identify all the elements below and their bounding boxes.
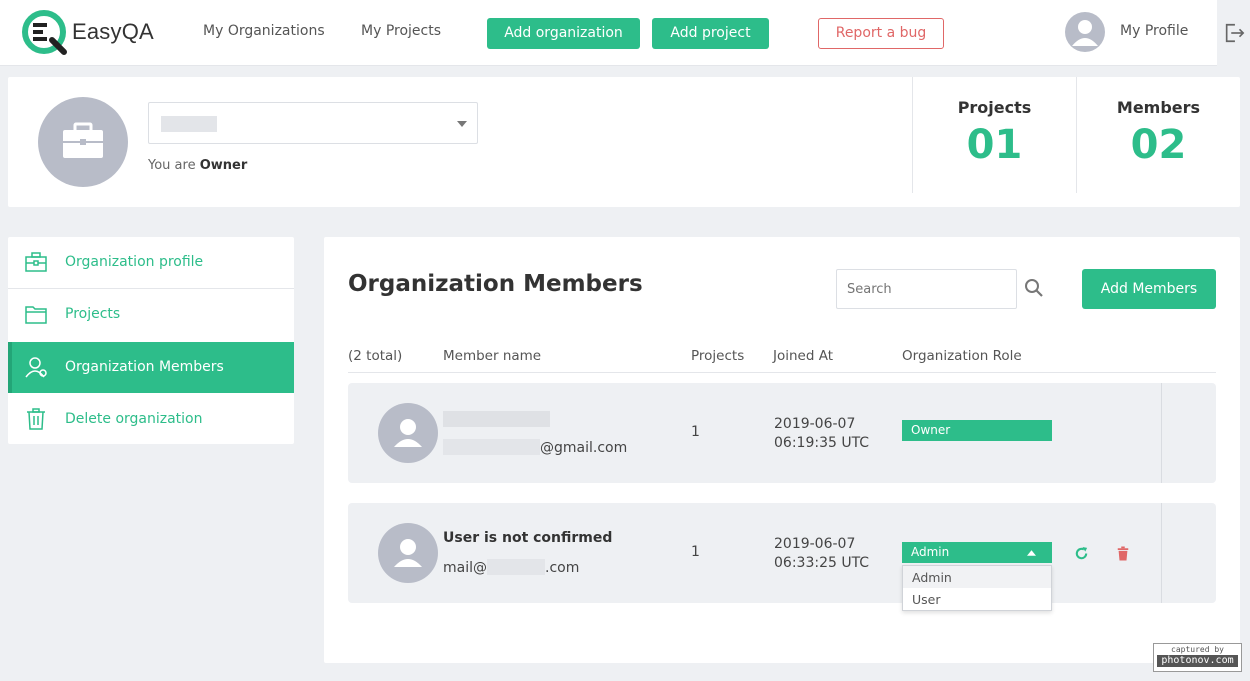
redacted-org-name [161, 116, 217, 132]
top-header: EasyQA My Organizations My Projects Add … [0, 0, 1250, 66]
member-avatar [378, 403, 438, 463]
add-organization-button[interactable]: Add organization [487, 18, 640, 49]
member-projects-count: 1 [691, 544, 700, 560]
search-input[interactable] [836, 269, 1017, 309]
member-row: @gmail.com 1 2019-06-07 06:19:35 UTC Own… [348, 383, 1216, 483]
logout-button[interactable] [1217, 0, 1250, 66]
projects-stat-value: 01 [966, 122, 1023, 168]
member-email: mail@ .com [443, 559, 579, 576]
member-name: User is not confirmed [443, 530, 613, 546]
role-option-user[interactable]: User [903, 588, 1051, 610]
redacted-email-prefix [443, 439, 540, 455]
page-title: Organization Members [348, 271, 643, 297]
sidebar-item-organization-profile[interactable]: Organization profile [8, 237, 294, 287]
trash-icon [27, 408, 45, 430]
chevron-down-icon [457, 121, 467, 127]
sidebar-item-label: Delete organization [65, 411, 203, 427]
redacted-email-domain [487, 559, 545, 575]
sidebar-item-label: Organization profile [65, 254, 204, 270]
column-organization-role: Organization Role [902, 348, 1022, 364]
total-count: (2 total) [348, 348, 403, 364]
members-panel: Organization Members Add Members (2 tota… [324, 237, 1240, 663]
role-statement: You are Owner [148, 158, 247, 173]
add-project-button[interactable]: Add project [652, 18, 769, 49]
folder-icon [25, 306, 47, 324]
members-stat-value: 02 [1130, 122, 1187, 168]
briefcase-icon [63, 122, 103, 158]
add-members-button[interactable]: Add Members [1082, 269, 1216, 309]
member-avatar [378, 523, 438, 583]
projects-stat: Projects 01 [912, 77, 1076, 193]
my-profile-link[interactable]: My Profile [1120, 23, 1188, 39]
divider [1161, 503, 1162, 603]
joined-time: 06:33:25 UTC [774, 555, 870, 571]
report-bug-button[interactable]: Report a bug [818, 18, 944, 49]
resend-invite-icon[interactable] [1074, 546, 1089, 561]
profile-avatar[interactable] [1065, 12, 1105, 52]
member-joined-at: 2019-06-07 06:33:25 UTC [774, 535, 869, 573]
joined-date: 2019-06-07 [774, 416, 856, 432]
search-icon[interactable] [1024, 278, 1044, 298]
role-select-value: Admin [911, 545, 950, 559]
watermark: captured by photonov.com [1153, 643, 1242, 672]
sidebar: Organization profile Projects Organizati… [8, 237, 294, 444]
role-select[interactable]: Admin [902, 542, 1052, 563]
organization-card: You are Owner Projects 01 Members 02 [8, 77, 1240, 207]
sidebar-item-organization-members[interactable]: Organization Members [8, 342, 294, 393]
organization-avatar [38, 97, 128, 187]
logout-icon [1225, 23, 1245, 43]
member-projects-count: 1 [691, 424, 700, 440]
redacted-member-name [443, 411, 550, 427]
divider [348, 372, 1216, 373]
user-silhouette-icon [394, 539, 422, 567]
role-dropdown-menu: Admin User [902, 565, 1052, 611]
sidebar-item-label: Projects [65, 306, 121, 322]
app-name[interactable]: EasyQA [72, 19, 154, 45]
nav-my-organizations[interactable]: My Organizations [203, 23, 325, 39]
members-stat-label: Members [1116, 98, 1201, 117]
delete-member-icon[interactable] [1116, 546, 1130, 561]
role-value: Owner [199, 158, 248, 173]
member-row: User is not confirmed mail@ .com 1 2019-0… [348, 503, 1216, 603]
watermark-line2: photonov.com [1157, 655, 1238, 667]
role-badge: Owner [902, 420, 1052, 441]
email-suffix: .com [545, 560, 580, 576]
easyqa-logo-icon[interactable] [22, 10, 68, 56]
member-email: @gmail.com [443, 439, 627, 456]
watermark-line1: captured by [1171, 645, 1224, 654]
nav-my-projects[interactable]: My Projects [361, 23, 441, 39]
organization-select[interactable] [148, 102, 478, 144]
column-joined-at: Joined At [773, 348, 834, 364]
user-silhouette-icon [394, 419, 422, 447]
role-option-admin[interactable]: Admin [903, 566, 1051, 588]
member-joined-at: 2019-06-07 06:19:35 UTC [774, 415, 869, 453]
role-prefix: You are [148, 158, 196, 173]
column-projects: Projects [691, 348, 745, 364]
joined-date: 2019-06-07 [774, 536, 856, 552]
members-icon [25, 357, 47, 378]
user-silhouette-icon [1072, 20, 1098, 46]
projects-stat-label: Projects [957, 98, 1032, 117]
briefcase-icon [25, 252, 47, 272]
sidebar-item-label: Organization Members [65, 359, 224, 375]
joined-time: 06:19:35 UTC [774, 435, 870, 451]
sidebar-item-delete-organization[interactable]: Delete organization [8, 394, 294, 444]
members-stat: Members 02 [1076, 77, 1240, 193]
column-member-name: Member name [443, 348, 542, 364]
email-prefix: mail@ [443, 560, 487, 576]
chevron-up-icon [1027, 550, 1036, 556]
divider [1161, 383, 1162, 483]
sidebar-item-projects[interactable]: Projects [8, 289, 294, 339]
email-suffix: @gmail.com [540, 440, 628, 456]
